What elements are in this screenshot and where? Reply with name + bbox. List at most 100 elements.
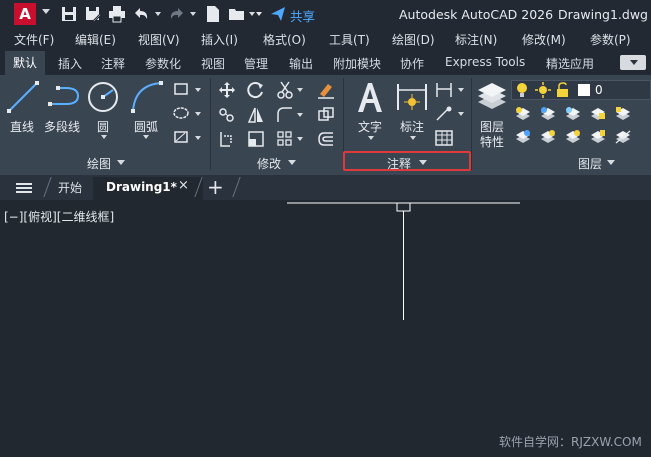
line-tool-label[interactable]: 直线 bbox=[10, 118, 34, 135]
trim-dropdown-icon[interactable] bbox=[297, 88, 303, 92]
layer-tool-icon[interactable] bbox=[565, 107, 581, 121]
tab-default[interactable]: 默认 bbox=[5, 51, 46, 75]
menu-file[interactable]: 文件(F) bbox=[14, 31, 54, 48]
draw-panel-expand-icon[interactable] bbox=[117, 160, 125, 165]
explode-icon[interactable] bbox=[317, 106, 335, 124]
tab-annotate[interactable]: 注释 bbox=[101, 55, 125, 72]
text-icon[interactable] bbox=[355, 80, 385, 114]
redo-dropdown-icon[interactable] bbox=[190, 12, 196, 16]
open-icon[interactable] bbox=[228, 5, 246, 23]
current-layer-name[interactable]: 0 bbox=[595, 83, 603, 97]
dimension-tool-label[interactable]: 标注 bbox=[400, 118, 424, 135]
undo-icon[interactable] bbox=[132, 5, 150, 23]
polyline-icon[interactable] bbox=[48, 84, 82, 108]
circle-icon[interactable] bbox=[86, 80, 120, 114]
drawing-tab-label[interactable]: Drawing1* bbox=[106, 180, 177, 194]
open-dropdown-icon[interactable] bbox=[249, 12, 255, 16]
offset-icon[interactable] bbox=[317, 130, 335, 148]
fillet-icon[interactable] bbox=[276, 106, 294, 124]
layer-tool-icon[interactable] bbox=[515, 130, 531, 144]
new-icon[interactable] bbox=[204, 5, 222, 23]
layer-tool-icon[interactable] bbox=[515, 107, 531, 121]
rectangle-dropdown-icon[interactable] bbox=[195, 88, 201, 92]
layer-tool-icon[interactable] bbox=[590, 107, 606, 121]
erase-icon[interactable] bbox=[317, 81, 335, 99]
ellipse-dropdown-icon[interactable] bbox=[195, 112, 201, 116]
line-icon[interactable] bbox=[6, 80, 40, 114]
tab-view[interactable]: 视图 bbox=[201, 55, 225, 72]
leader-dropdown-icon[interactable] bbox=[458, 112, 464, 116]
layer-tool-icon[interactable] bbox=[540, 107, 556, 121]
layer-unlock-icon[interactable] bbox=[556, 82, 570, 98]
menu-tools[interactable]: 工具(T) bbox=[329, 31, 370, 48]
share-button[interactable]: 共享 bbox=[290, 6, 315, 25]
circle-tool-label[interactable]: 圆 bbox=[97, 118, 109, 135]
menu-hamburger-icon[interactable] bbox=[16, 183, 32, 193]
close-tab-icon[interactable]: × bbox=[178, 178, 189, 193]
arc-dropdown-icon[interactable] bbox=[143, 135, 149, 139]
arc-icon[interactable] bbox=[130, 80, 164, 114]
menu-dimension[interactable]: 标注(N) bbox=[455, 31, 497, 48]
table-icon[interactable] bbox=[435, 130, 453, 146]
rectangle-icon[interactable] bbox=[173, 82, 189, 96]
tab-express-tools[interactable]: Express Tools bbox=[445, 55, 525, 69]
draw-panel-title[interactable]: 绘图 bbox=[87, 155, 111, 172]
start-tab[interactable]: 开始 bbox=[58, 179, 82, 196]
layer-properties-label-2[interactable]: 特性 bbox=[480, 133, 504, 150]
menu-parametric[interactable]: 参数(P) bbox=[590, 31, 631, 48]
modify-panel-expand-icon[interactable] bbox=[288, 160, 296, 165]
array-dropdown-icon[interactable] bbox=[297, 137, 303, 141]
menu-edit[interactable]: 编辑(E) bbox=[75, 31, 116, 48]
share-icon[interactable] bbox=[270, 6, 286, 22]
layer-tool-icon[interactable] bbox=[590, 130, 606, 144]
arc-tool-label[interactable]: 圆弧 bbox=[134, 118, 158, 135]
dimension-dropdown-icon[interactable] bbox=[410, 136, 416, 140]
fillet-dropdown-icon[interactable] bbox=[297, 113, 303, 117]
menu-view[interactable]: 视图(V) bbox=[138, 31, 180, 48]
tab-parametric[interactable]: 参数化 bbox=[145, 55, 181, 72]
menu-modify[interactable]: 修改(M) bbox=[522, 31, 566, 48]
autocad-logo-icon[interactable]: A bbox=[14, 3, 36, 25]
polyline-tool-label[interactable]: 多段线 bbox=[44, 118, 80, 135]
save-as-icon[interactable] bbox=[84, 5, 102, 23]
layer-tool-icon[interactable] bbox=[565, 130, 581, 144]
array-icon[interactable] bbox=[276, 130, 294, 148]
layer-properties-icon[interactable] bbox=[476, 80, 508, 112]
print-icon[interactable] bbox=[108, 5, 126, 23]
trim-icon[interactable] bbox=[276, 81, 294, 99]
ellipse-icon[interactable] bbox=[173, 106, 189, 120]
save-icon[interactable] bbox=[60, 5, 78, 23]
layer-tool-icon[interactable] bbox=[615, 130, 631, 144]
hatch-dropdown-icon[interactable] bbox=[195, 136, 201, 140]
tab-addins[interactable]: 附加模块 bbox=[333, 55, 381, 72]
leader-icon[interactable] bbox=[435, 106, 453, 122]
menu-draw[interactable]: 绘图(D) bbox=[392, 31, 435, 48]
hatch-icon[interactable] bbox=[173, 130, 189, 144]
new-tab-button[interactable]: + bbox=[207, 175, 224, 199]
stretch-icon[interactable] bbox=[218, 130, 236, 148]
app-menu-caret-icon[interactable] bbox=[42, 9, 50, 14]
menu-insert[interactable]: 插入(I) bbox=[201, 31, 238, 48]
menu-format[interactable]: 格式(O) bbox=[263, 31, 306, 48]
layer-color-swatch[interactable] bbox=[578, 84, 590, 96]
customize-quick-access-icon[interactable] bbox=[256, 12, 262, 16]
dimension-icon[interactable] bbox=[395, 80, 429, 114]
text-dropdown-icon[interactable] bbox=[368, 136, 374, 140]
layers-panel-title[interactable]: 图层 bbox=[578, 155, 602, 172]
viewport-controls[interactable]: [−][俯视][二维线框] bbox=[4, 208, 114, 225]
layer-on-bulb-icon[interactable] bbox=[515, 82, 529, 98]
tab-insert[interactable]: 插入 bbox=[58, 55, 82, 72]
redo-icon[interactable] bbox=[168, 5, 186, 23]
layer-thaw-sun-icon[interactable] bbox=[535, 82, 551, 98]
tab-output[interactable]: 输出 bbox=[289, 55, 313, 72]
move-icon[interactable] bbox=[218, 81, 236, 99]
modify-panel-title[interactable]: 修改 bbox=[257, 155, 281, 172]
linear-dimension-dropdown-icon[interactable] bbox=[458, 88, 464, 92]
layers-panel-expand-icon[interactable] bbox=[607, 160, 615, 165]
linear-dimension-icon[interactable] bbox=[435, 82, 453, 98]
tab-manage[interactable]: 管理 bbox=[244, 55, 268, 72]
ribbon-options-button[interactable] bbox=[620, 55, 646, 70]
circle-dropdown-icon[interactable] bbox=[101, 135, 107, 139]
layer-tool-icon[interactable] bbox=[615, 107, 631, 121]
tab-featured-apps[interactable]: 精选应用 bbox=[546, 55, 594, 72]
